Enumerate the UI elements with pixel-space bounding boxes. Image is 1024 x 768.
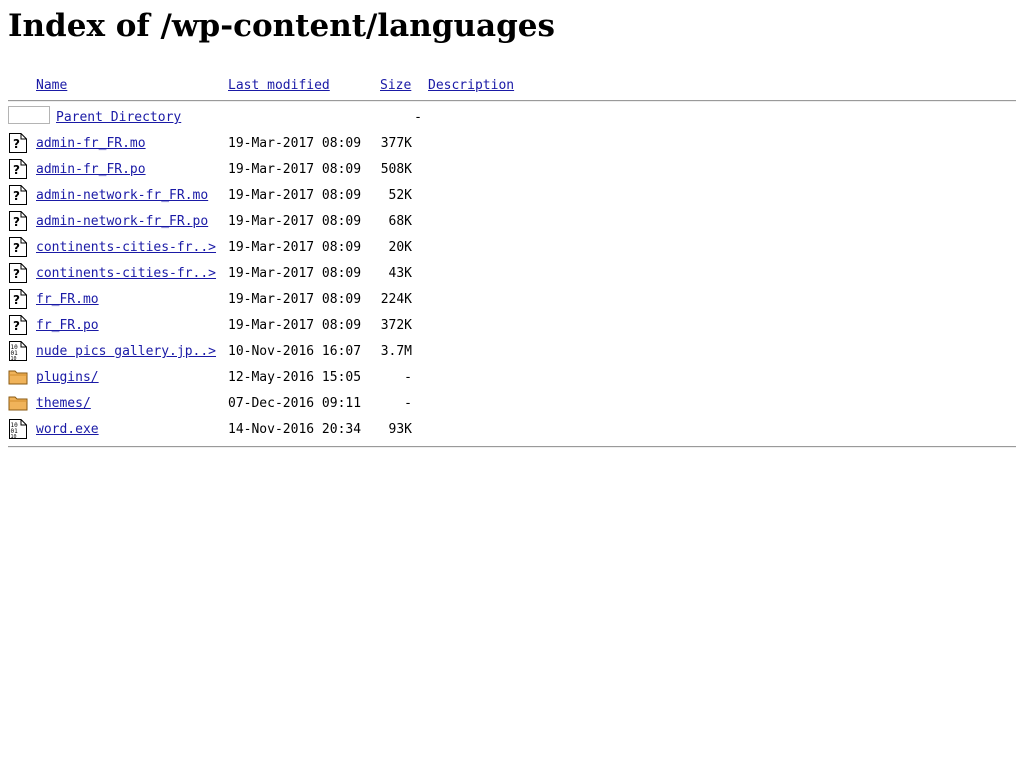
parent-size: - <box>414 110 422 125</box>
file-size: 508K <box>380 162 412 177</box>
unknown-file-icon: ? <box>8 210 28 232</box>
listing-header: Name Last modified Size Description <box>8 74 1016 98</box>
file-link[interactable]: admin-fr_FR.po <box>36 162 146 178</box>
file-size: 377K <box>380 136 412 151</box>
file-link[interactable]: admin-network-fr_FR.mo <box>36 188 208 204</box>
svg-text:10: 10 <box>11 434 17 440</box>
unknown-file-icon: ? <box>8 314 28 336</box>
table-row: ? admin-network-fr_FR.po 19-Mar-2017 08:09… <box>8 210 1016 236</box>
file-size: 93K <box>388 422 412 437</box>
file-link[interactable]: admin-fr_FR.mo <box>36 136 146 152</box>
last-modified: 07-Dec-2016 09:11 <box>228 396 362 411</box>
svg-text:?: ? <box>13 163 20 177</box>
file-link[interactable]: continents-cities-fr..> <box>36 266 216 282</box>
file-size: 43K <box>388 266 412 281</box>
unknown-file-icon: ? <box>8 132 28 154</box>
bottom-divider <box>8 446 1016 448</box>
last-modified: 19-Mar-2017 08:09 <box>228 162 362 177</box>
file-link[interactable]: admin-network-fr_FR.po <box>36 214 208 230</box>
file-link[interactable]: fr_FR.mo <box>36 292 99 308</box>
unknown-file-icon: ? <box>8 184 28 206</box>
table-row: ? continents-cities-fr..> 19-Mar-2017 08:0… <box>8 262 1016 288</box>
file-link[interactable]: nude pics gallery.jp..> <box>36 344 216 360</box>
svg-text:?: ? <box>13 189 20 203</box>
binary-file-icon: 10 01 10 <box>8 340 28 362</box>
unknown-file-icon: ? <box>8 262 28 284</box>
file-link[interactable]: continents-cities-fr..> <box>36 240 216 256</box>
sort-by-name-link[interactable]: Name <box>36 78 67 94</box>
blank-icon <box>8 106 50 124</box>
unknown-file-icon: ? <box>8 158 28 180</box>
file-size: - <box>404 370 412 385</box>
folder-icon <box>8 392 28 414</box>
svg-text:?: ? <box>13 267 20 281</box>
table-row: ? admin-network-fr_FR.mo 19-Mar-2017 08:09… <box>8 184 1016 210</box>
parent-directory-row: Parent Directory - <box>8 106 1016 132</box>
file-size: 3.7M <box>380 344 412 359</box>
file-size: - <box>404 396 412 411</box>
file-link[interactable]: plugins/ <box>36 370 99 386</box>
svg-text:?: ? <box>13 293 20 307</box>
svg-text:10: 10 <box>11 356 17 362</box>
file-size: 52K <box>388 188 412 203</box>
parent-directory-link[interactable]: Parent Directory <box>56 110 181 126</box>
unknown-file-icon: ? <box>8 236 28 258</box>
table-row: ? continents-cities-fr..> 19-Mar-2017 08:0… <box>8 236 1016 262</box>
file-link[interactable]: word.exe <box>36 422 99 438</box>
last-modified: 19-Mar-2017 08:09 <box>228 136 362 151</box>
table-row: ? admin-fr_FR.po 19-Mar-2017 08:09 508K <box>8 158 1016 184</box>
file-size: 372K <box>380 318 412 333</box>
last-modified: 10-Nov-2016 16:07 <box>228 344 362 359</box>
table-row: ? admin-fr_FR.mo 19-Mar-2017 08:09 377K <box>8 132 1016 158</box>
file-size: 68K <box>388 214 412 229</box>
table-row: plugins/12-May-2016 15:05 - <box>8 366 1016 392</box>
table-row: 10 01 10 word.exe 14-Nov-2016 20:34 93K <box>8 418 1016 444</box>
last-modified: 19-Mar-2017 08:09 <box>228 188 362 203</box>
unknown-file-icon: ? <box>8 288 28 310</box>
last-modified: 19-Mar-2017 08:09 <box>228 214 362 229</box>
svg-text:?: ? <box>13 319 20 333</box>
table-row: themes/07-Dec-2016 09:11 - <box>8 392 1016 418</box>
sort-by-size-link[interactable]: Size <box>380 78 411 94</box>
table-row: 10 01 10 nude pics gallery.jp..> 10-Nov-2016… <box>8 340 1016 366</box>
file-link[interactable]: themes/ <box>36 396 91 412</box>
last-modified: 19-Mar-2017 08:09 <box>228 292 362 307</box>
table-row: ? fr_FR.mo 19-Mar-2017 08:09 224K <box>8 288 1016 314</box>
sort-by-last-modified-link[interactable]: Last modified <box>228 78 330 94</box>
file-size: 224K <box>380 292 412 307</box>
svg-text:?: ? <box>13 241 20 255</box>
binary-file-icon: 10 01 10 <box>8 418 28 440</box>
svg-text:?: ? <box>13 215 20 229</box>
last-modified: 19-Mar-2017 08:09 <box>228 240 362 255</box>
table-row: ? fr_FR.po 19-Mar-2017 08:09 372K <box>8 314 1016 340</box>
last-modified: 19-Mar-2017 08:09 <box>228 266 362 281</box>
page-title: Index of /wp-content/languages <box>8 8 555 44</box>
directory-listing: Name Last modified Size Description Pare… <box>8 74 1016 444</box>
svg-text:?: ? <box>13 137 20 151</box>
last-modified: 19-Mar-2017 08:09 <box>228 318 362 333</box>
last-modified: 12-May-2016 15:05 <box>228 370 362 385</box>
file-link[interactable]: fr_FR.po <box>36 318 99 334</box>
last-modified: 14-Nov-2016 20:34 <box>228 422 362 437</box>
folder-icon <box>8 366 28 388</box>
sort-by-description-link[interactable]: Description <box>428 78 514 94</box>
file-size: 20K <box>388 240 412 255</box>
